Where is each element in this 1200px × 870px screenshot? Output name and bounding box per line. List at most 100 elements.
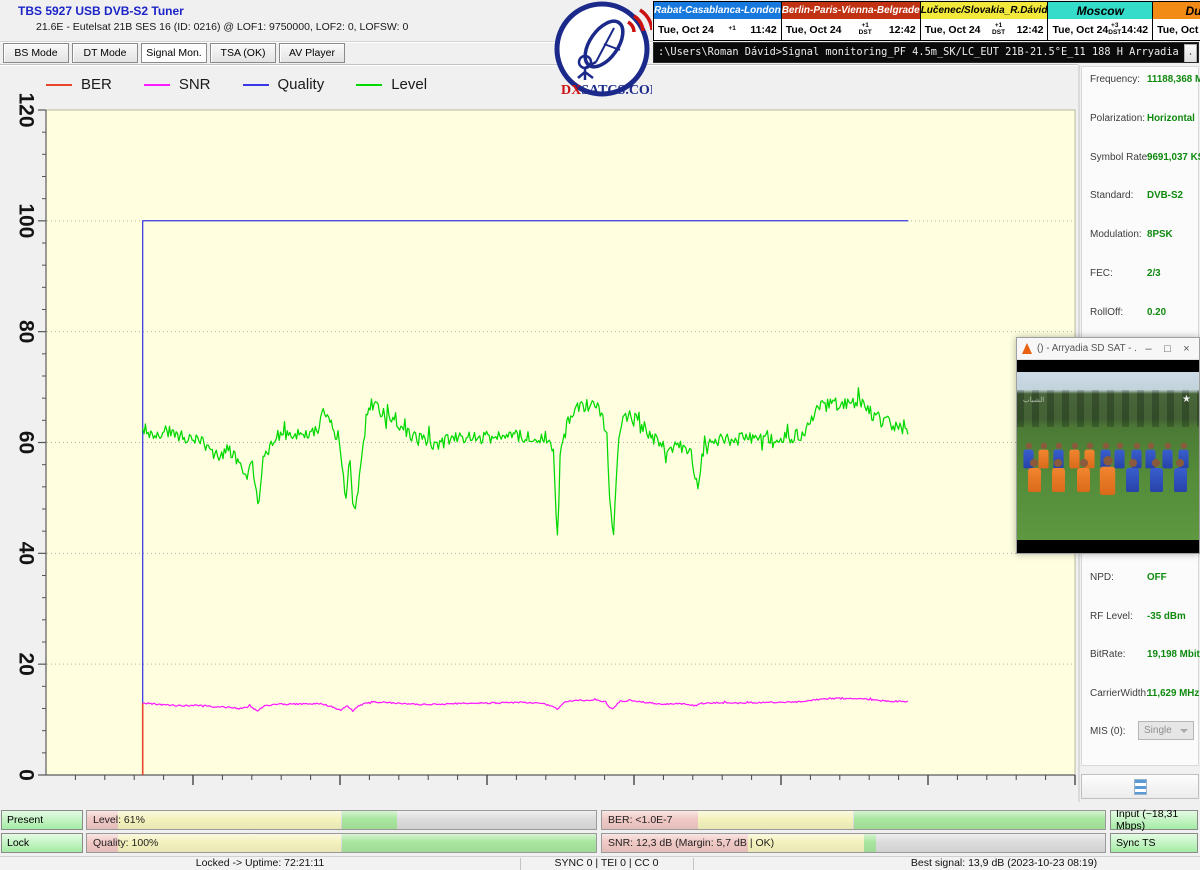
lock-indicator: Lock bbox=[1, 833, 83, 853]
clock-city-label: Rabat-Casablanca-London bbox=[654, 2, 781, 19]
clock-moscow: MoscowTue, Oct 24+3DST14:42 bbox=[1048, 1, 1153, 41]
ber-bar-label: BER: <1.0E-7 bbox=[608, 811, 673, 829]
clock-time-row: Tue, Oct 24+414:42 bbox=[1153, 19, 1200, 40]
svg-text:100: 100 bbox=[14, 203, 37, 238]
param-label: Polarization: bbox=[1090, 113, 1145, 124]
legend-label: BER bbox=[81, 76, 112, 93]
present-indicator: Present bbox=[1, 810, 83, 830]
mis-dropdown[interactable]: Single bbox=[1138, 721, 1194, 740]
legend-line-swatch bbox=[46, 84, 72, 86]
clock-city-label: Berlin-Paris-Vienna-Belgrade bbox=[782, 2, 920, 19]
svg-text:20: 20 bbox=[14, 652, 37, 675]
details-button[interactable] bbox=[1081, 774, 1199, 799]
param-label: NPD: bbox=[1090, 572, 1114, 583]
clock-date: Tue, Oct 24 bbox=[1157, 24, 1200, 36]
player-figure bbox=[1077, 459, 1090, 492]
clock-time-row: Tue, Oct 24 +1DST 12:42 bbox=[782, 19, 920, 40]
channel-watermark: الشباب bbox=[1023, 396, 1044, 404]
bar-zone bbox=[698, 811, 854, 829]
best-signal-status: Best signal: 13,9 dB (2023-10-23 08:19) bbox=[693, 857, 1200, 870]
tab-signal-mon[interactable]: Signal Mon. bbox=[141, 43, 207, 63]
sync-tei-cc-status: SYNC 0 | TEI 0 | CC 0 bbox=[520, 857, 693, 870]
param-value: 11188,368 MHz bbox=[1147, 74, 1200, 85]
svg-text:DXSATCS.COM: DXSATCS.COM bbox=[561, 83, 652, 98]
chart-legend: BER SNR Quality Level bbox=[46, 76, 459, 93]
clock-time: 12:42 bbox=[889, 24, 916, 36]
player-figure bbox=[1100, 456, 1115, 495]
uptime-status: Locked -> Uptime: 72:21:11 bbox=[0, 857, 520, 870]
param-carrierwidth: CarrierWidth:11,629 MHz bbox=[1090, 688, 1196, 701]
clock-utc-offset: +1DST bbox=[859, 23, 872, 36]
terminal-scrollbar[interactable]: ▴ ▾ bbox=[1184, 44, 1197, 63]
clock-time: 11:42 bbox=[750, 24, 776, 36]
close-button[interactable]: × bbox=[1179, 343, 1194, 355]
param-value: Horizontal bbox=[1147, 113, 1195, 124]
minimize-button[interactable]: – bbox=[1141, 343, 1156, 355]
bar-zone bbox=[854, 811, 1106, 829]
param-npd: NPD:OFF bbox=[1090, 572, 1196, 585]
tab-bs-mode[interactable]: BS Mode bbox=[3, 43, 69, 63]
svg-text:120: 120 bbox=[14, 92, 37, 127]
clock-date: Tue, Oct 24 bbox=[1052, 24, 1108, 36]
param-label: MIS (0): bbox=[1090, 726, 1126, 737]
app-title: TBS 5927 USB DVB-S2 Tuner bbox=[18, 4, 184, 18]
clock-time: 12:42 bbox=[1017, 24, 1044, 36]
legend-item-level: Level bbox=[356, 76, 427, 93]
param-rolloff: RollOff:0.20 bbox=[1090, 307, 1196, 320]
param-value: DVB-S2 bbox=[1147, 190, 1183, 201]
status-bar: Locked -> Uptime: 72:21:11 SYNC 0 | TEI … bbox=[0, 856, 1200, 870]
param-value: -35 dBm bbox=[1147, 611, 1186, 622]
tuner-app-window: TBS 5927 USB DVB-S2 Tuner 21.6E - Eutels… bbox=[0, 0, 1200, 870]
snr-bar: SNR: 12,3 dB (Margin: 5,7 dB | OK) bbox=[601, 833, 1106, 853]
param-value: 0.20 bbox=[1147, 307, 1166, 318]
terminal-window[interactable]: :\Users\Roman Dávid>Signal monitoring_PF… bbox=[653, 42, 1199, 63]
clock-time-row: Tue, Oct 24+1DST12:42 bbox=[921, 19, 1048, 40]
player-figure bbox=[1126, 459, 1139, 492]
param-value: 19,198 Mbit/s bbox=[1147, 649, 1200, 660]
bar-zone bbox=[342, 811, 398, 829]
clock-date: Tue, Oct 24 bbox=[786, 24, 842, 36]
scroll-up-icon[interactable]: ▴ bbox=[1184, 44, 1197, 63]
svg-text:60: 60 bbox=[14, 431, 37, 454]
player-figure bbox=[1150, 459, 1163, 492]
param-fec: FEC:2/3 bbox=[1090, 268, 1196, 281]
tree-line bbox=[1017, 390, 1199, 427]
bar-zone bbox=[342, 834, 597, 852]
vlc-player-window[interactable]: () - Arryadia SD SAT - ... – □ × الشباب … bbox=[1016, 337, 1200, 554]
svg-text:0: 0 bbox=[14, 769, 37, 781]
tab-av-player[interactable]: AV Player bbox=[279, 43, 345, 63]
param-value: 2/3 bbox=[1147, 268, 1161, 279]
clock-time: 14:42 bbox=[1121, 24, 1148, 36]
svg-text:80: 80 bbox=[14, 320, 37, 343]
param-standard: Standard:DVB-S2 bbox=[1090, 190, 1196, 203]
tab-tsa-ok[interactable]: TSA (OK) bbox=[210, 43, 276, 63]
vlc-window-title: () - Arryadia SD SAT - ... bbox=[1037, 343, 1137, 354]
clock-city-label: Lučenec/Slovakia_R.Dávid bbox=[921, 2, 1048, 19]
clock-dubai: DubaiTue, Oct 24+414:42 bbox=[1153, 1, 1200, 41]
input-rate-indicator: Input (~18,31 Mbps) bbox=[1110, 810, 1198, 830]
svg-text:40: 40 bbox=[14, 542, 37, 565]
maximize-button[interactable]: □ bbox=[1160, 343, 1175, 355]
legend-item-ber: BER bbox=[46, 76, 112, 93]
tab-dt-mode[interactable]: DT Mode bbox=[72, 43, 138, 63]
legend-item-snr: SNR bbox=[144, 76, 211, 93]
legend-line-swatch bbox=[356, 84, 382, 86]
vlc-titlebar[interactable]: () - Arryadia SD SAT - ... – □ × bbox=[1017, 338, 1199, 360]
player-figure bbox=[1162, 443, 1172, 469]
clock-utc-offset: +1DST bbox=[992, 23, 1005, 36]
vlc-cone-icon bbox=[1022, 343, 1032, 354]
clock-time-row: Tue, Oct 24+111:42 bbox=[654, 19, 781, 40]
player-figure bbox=[1115, 443, 1125, 469]
legend-line-swatch bbox=[243, 84, 269, 86]
param-polarization: Polarization:Horizontal bbox=[1090, 113, 1196, 126]
param-value: 9691,037 KS/s bbox=[1147, 152, 1200, 163]
param-value: 8PSK bbox=[1147, 229, 1173, 240]
chevron-down-icon bbox=[1180, 729, 1188, 733]
param-value: 11,629 MHz bbox=[1147, 688, 1199, 699]
quality-bar-label: Quality: 100% bbox=[93, 834, 158, 852]
legend-item-quality: Quality bbox=[243, 76, 325, 93]
clock-utc-offset: +1 bbox=[728, 26, 735, 33]
clock-utc-offset: +3DST bbox=[1108, 23, 1121, 36]
dxsatcs-logo: DXSATCS.COM bbox=[552, 0, 652, 101]
param-symbol-rate: Symbol Rate:9691,037 KS/s bbox=[1090, 152, 1196, 165]
